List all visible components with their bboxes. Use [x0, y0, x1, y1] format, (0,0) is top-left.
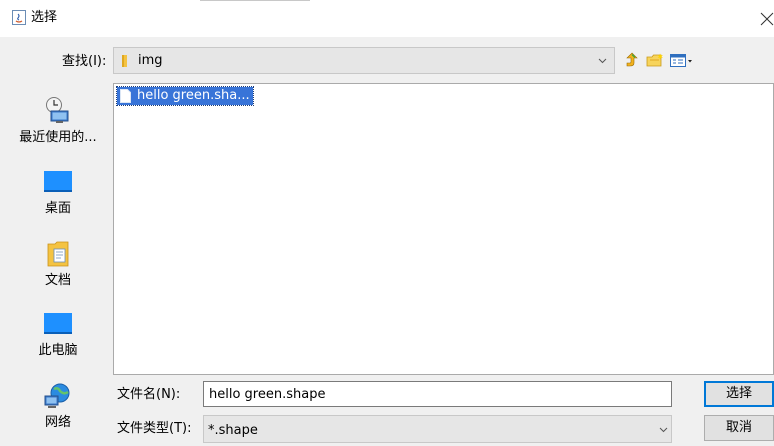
file-name-label: 文件名(N): — [117, 387, 181, 402]
java-app-icon — [12, 10, 26, 25]
file-name-field[interactable] — [203, 381, 672, 407]
open-button[interactable]: 选择 — [704, 381, 774, 407]
file-list[interactable]: hello green.sha... — [113, 83, 774, 375]
view-menu-icon[interactable] — [670, 54, 692, 67]
recent-icon — [46, 97, 69, 123]
look-in-label: 查找(I): — [62, 54, 107, 69]
file-type-label: 文件类型(T): — [117, 421, 192, 436]
network-icon — [44, 383, 70, 408]
file-item[interactable]: hello green.sha... — [116, 86, 254, 106]
place-desktop[interactable]: 桌面 — [12, 171, 104, 217]
chevron-down-icon — [659, 427, 668, 433]
file-type-value: *.shape — [208, 423, 258, 438]
file-chooser-dialog: 选择 查找(I): img 最近使用的... 桌面 文档 此电脑 网络 hell… — [0, 0, 774, 446]
place-label: 桌面 — [44, 201, 71, 216]
place-label: 文档 — [44, 273, 71, 288]
close-icon[interactable] — [760, 12, 774, 26]
place-this-pc[interactable]: 此电脑 — [12, 313, 104, 359]
place-label: 最近使用的... — [19, 130, 97, 145]
window-title: 选择 — [31, 10, 58, 25]
look-in-value: img — [138, 53, 163, 68]
chevron-down-icon — [598, 58, 607, 64]
new-folder-icon[interactable] — [646, 53, 664, 68]
title-bar-edge — [200, 0, 310, 1]
documents-icon — [47, 241, 69, 267]
place-network[interactable]: 网络 — [12, 383, 104, 431]
up-one-level-icon[interactable] — [625, 52, 639, 68]
place-label: 此电脑 — [38, 343, 78, 358]
look-in-combo[interactable]: img — [113, 47, 615, 74]
place-recent[interactable]: 最近使用的... — [12, 96, 104, 146]
title-bar: 选择 — [0, 0, 774, 37]
folder-icon — [122, 55, 127, 67]
place-documents[interactable]: 文档 — [12, 241, 104, 289]
this-pc-icon — [44, 313, 72, 334]
cancel-button[interactable]: 取消 — [704, 415, 774, 441]
desktop-icon — [44, 171, 72, 192]
place-label: 网络 — [44, 415, 71, 430]
file-icon — [120, 89, 131, 103]
file-type-combo[interactable]: *.shape — [203, 415, 672, 443]
file-name: hello green.sha... — [137, 88, 250, 103]
